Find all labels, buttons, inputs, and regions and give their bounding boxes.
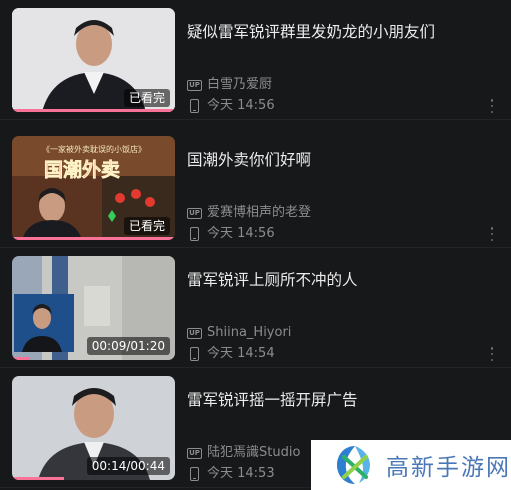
watch-progress-bar — [12, 237, 175, 240]
phone-icon — [190, 467, 199, 481]
uploader-row[interactable]: UP 陆犯焉識Studio — [187, 445, 300, 461]
watch-progress-bar — [12, 357, 30, 360]
more-vertical-icon[interactable] — [490, 227, 494, 241]
thumbnail-caption-small: 《一家被外卖耽误的小饭店》 — [42, 144, 146, 154]
site-watermark: 高新手游网 — [311, 440, 511, 490]
video-thumbnail[interactable]: 00:14/00:44 — [12, 376, 175, 480]
more-vertical-icon[interactable] — [490, 99, 494, 113]
watch-time-row: 今天 14:56 — [187, 98, 275, 114]
watch-time-row: 今天 14:53 — [187, 466, 275, 482]
uploader-name: 爱赛博相声的老登 — [207, 205, 312, 220]
video-thumbnail[interactable]: 已看完 — [12, 8, 175, 112]
video-title[interactable]: 雷军锐评上厕所不冲的人 — [187, 270, 487, 290]
watch-time: 今天 14:56 — [207, 226, 275, 241]
up-badge-icon: UP — [187, 79, 202, 91]
watch-progress-bar — [12, 109, 175, 112]
site-logo-icon — [337, 446, 370, 484]
video-item[interactable]: 《一家被外卖耽误的小饭店》 国潮外卖 已看完 国潮外卖你们好啊 UP 爱赛博相声… — [0, 128, 511, 248]
watch-time: 今天 14:56 — [207, 98, 275, 113]
watched-badge: 已看完 — [123, 89, 170, 107]
watch-time: 今天 14:54 — [207, 346, 275, 361]
history-list: 已看完 疑似雷军锐评群里发奶龙的小朋友们 UP 白雪乃爱厨 今天 14:56 《… — [0, 0, 511, 490]
uploader-name: Shiina_Hiyori — [207, 325, 292, 340]
uploader-name: 陆犯焉識Studio — [207, 445, 301, 460]
watch-time-row: 今天 14:56 — [187, 226, 275, 242]
watch-progress-bar — [12, 477, 65, 480]
uploader-row[interactable]: UP 白雪乃爱厨 — [187, 77, 272, 93]
uploader-row[interactable]: UP 爱赛博相声的老登 — [187, 205, 311, 221]
uploader-row[interactable]: UP Shiina_Hiyori — [187, 325, 291, 341]
up-badge-icon: UP — [187, 207, 202, 219]
phone-icon — [190, 99, 199, 113]
up-badge-icon: UP — [187, 447, 202, 459]
up-badge-icon: UP — [187, 327, 202, 339]
uploader-name: 白雪乃爱厨 — [207, 77, 273, 92]
video-item[interactable]: 00:09/01:20 雷军锐评上厕所不冲的人 UP Shiina_Hiyori… — [0, 248, 511, 368]
video-thumbnail[interactable]: 00:09/01:20 — [12, 256, 175, 360]
video-title[interactable]: 雷军锐评摇一摇开屏广告 — [187, 390, 487, 410]
watched-badge: 已看完 — [123, 217, 170, 235]
playback-position: 00:09/01:20 — [86, 337, 170, 355]
playback-position: 00:14/00:44 — [86, 457, 170, 475]
watermark-text: 高新手游网 — [386, 455, 511, 481]
thumbnail-caption-big: 国潮外卖 — [44, 158, 120, 181]
watch-time-row: 今天 14:54 — [187, 346, 275, 362]
more-vertical-icon[interactable] — [490, 347, 494, 361]
phone-icon — [190, 227, 199, 241]
video-title[interactable]: 疑似雷军锐评群里发奶龙的小朋友们 — [187, 22, 487, 42]
phone-icon — [190, 347, 199, 361]
video-title[interactable]: 国潮外卖你们好啊 — [187, 150, 487, 170]
video-thumbnail[interactable]: 《一家被外卖耽误的小饭店》 国潮外卖 已看完 — [12, 136, 175, 240]
video-item[interactable]: 已看完 疑似雷军锐评群里发奶龙的小朋友们 UP 白雪乃爱厨 今天 14:56 — [0, 0, 511, 120]
watch-time: 今天 14:53 — [207, 466, 275, 481]
